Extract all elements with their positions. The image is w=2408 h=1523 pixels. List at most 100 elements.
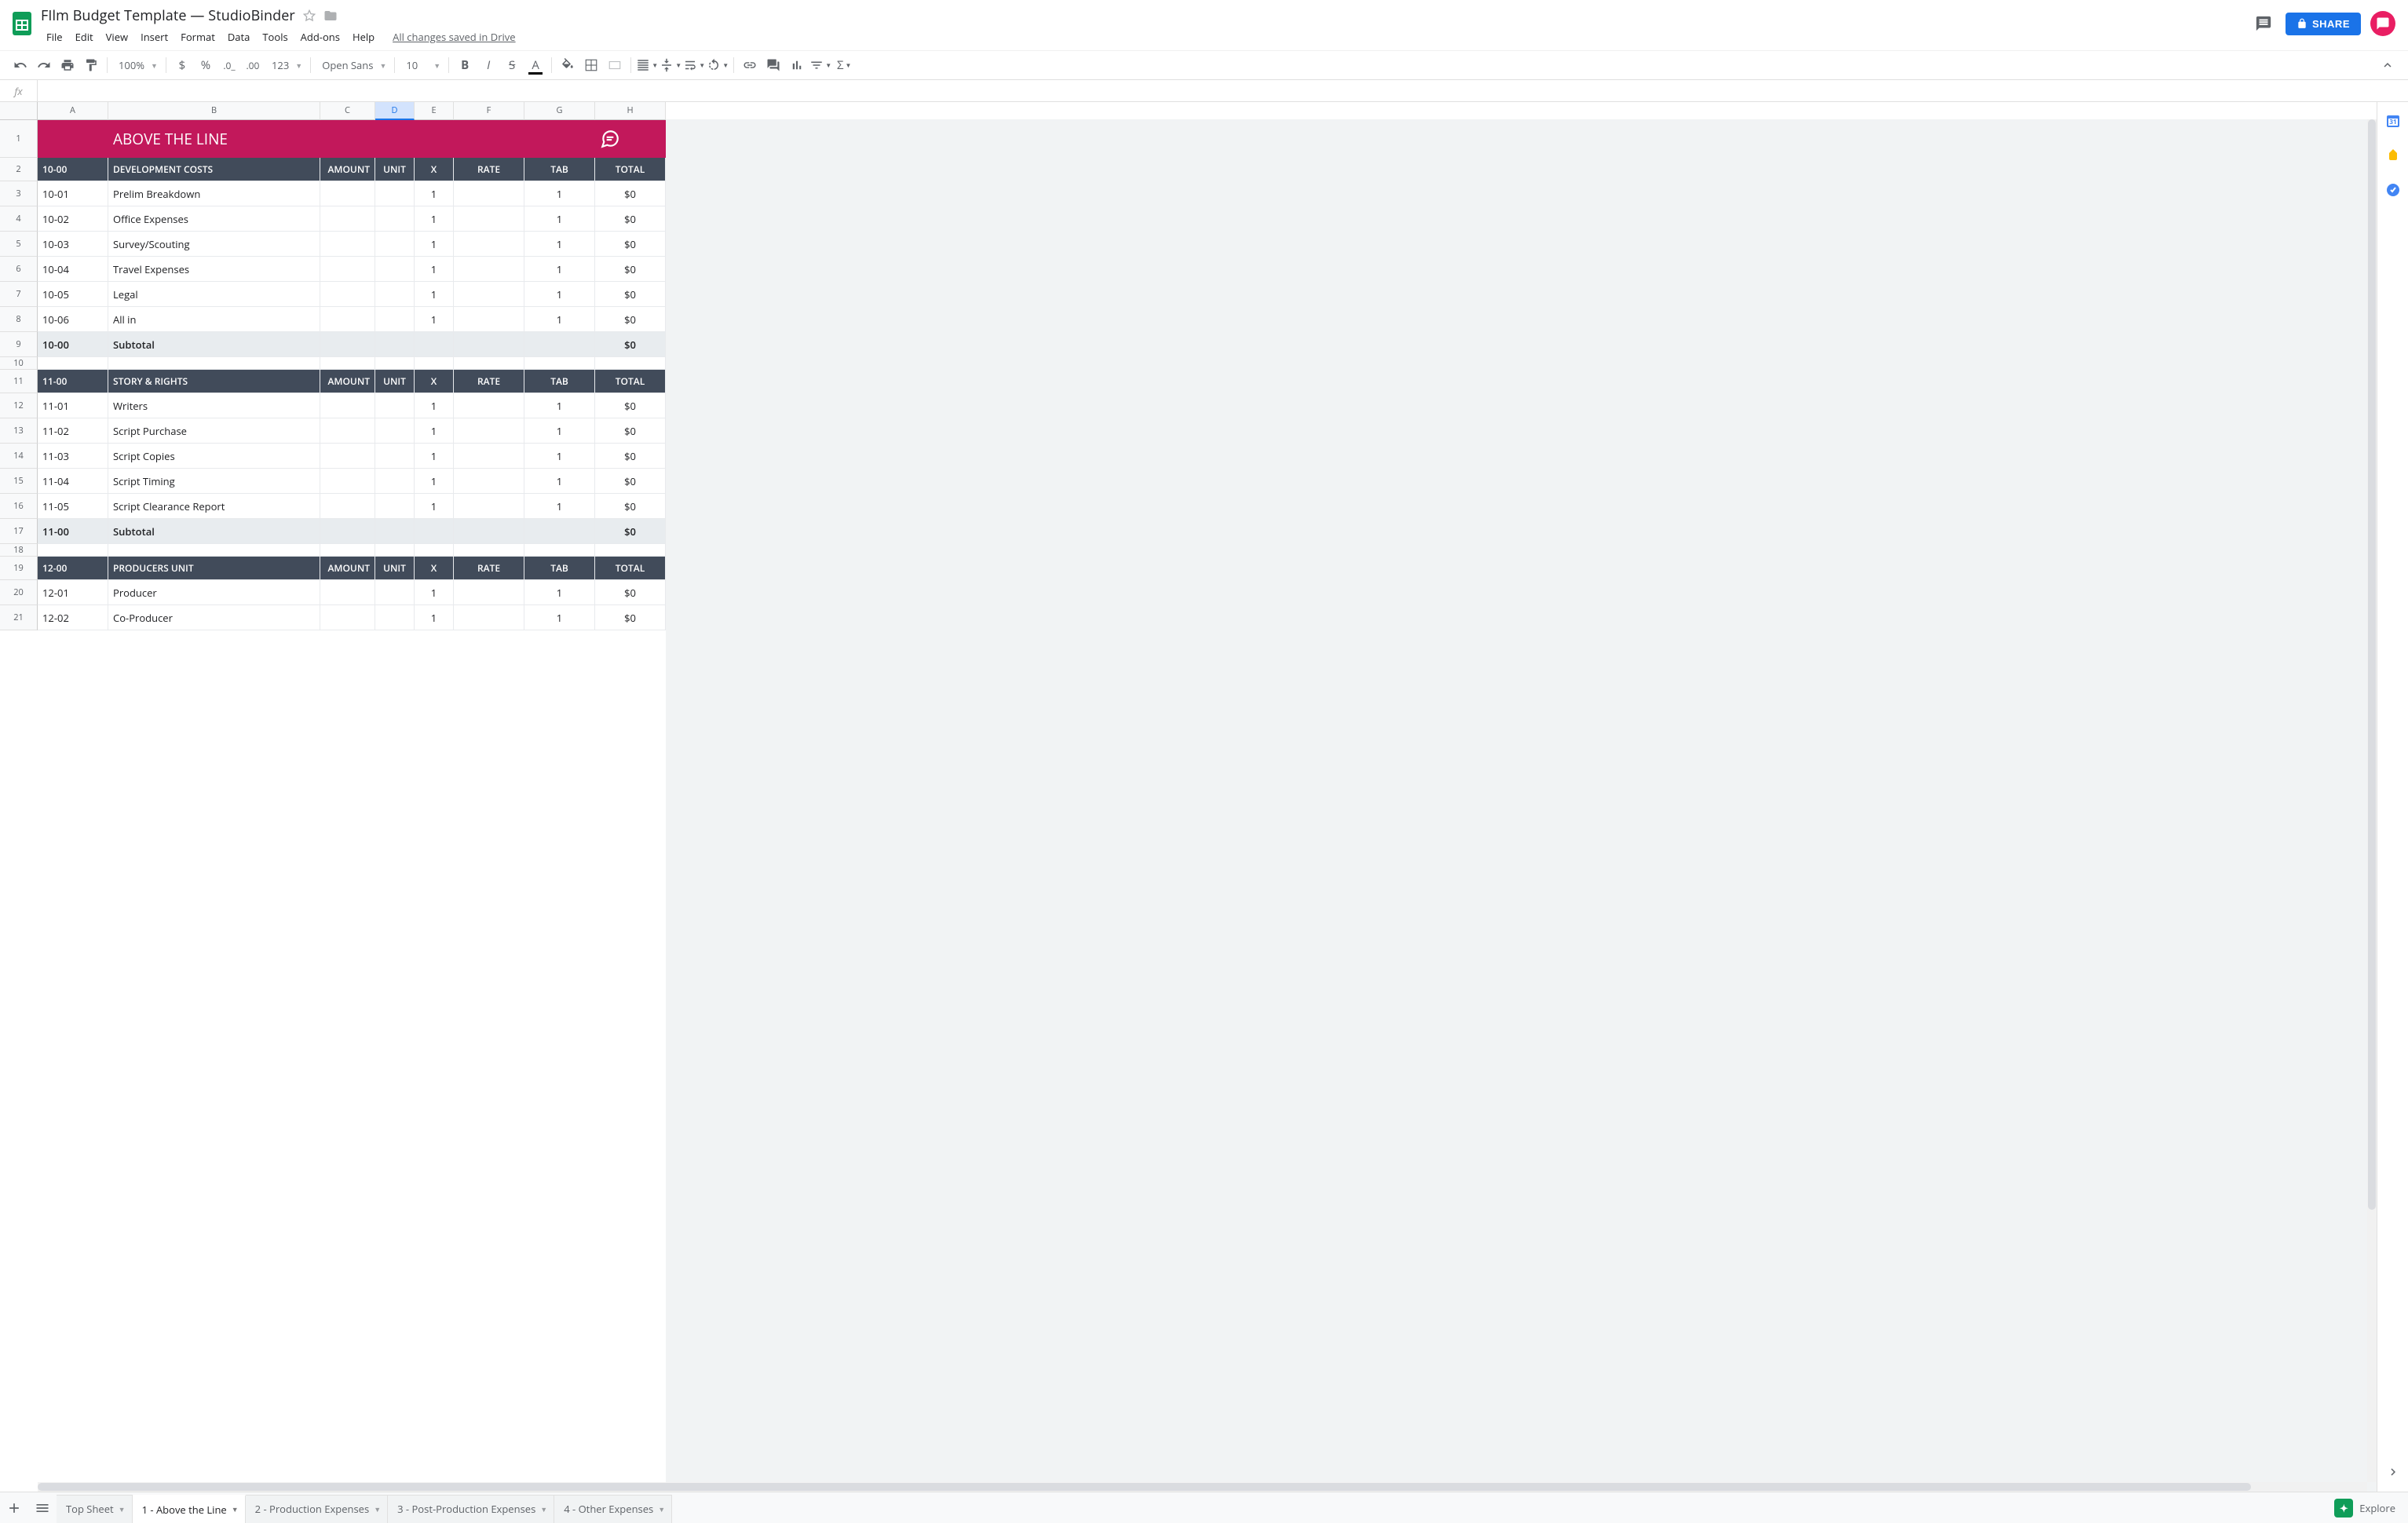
select-all-corner[interactable] [0, 102, 38, 120]
col-header-F[interactable]: F [454, 102, 524, 120]
borders-icon[interactable] [580, 54, 602, 76]
star-icon[interactable] [303, 9, 316, 22]
row-header[interactable]: 10 [0, 357, 38, 370]
row-header[interactable]: 12 [0, 393, 38, 418]
col-header-H[interactable]: H [595, 102, 666, 120]
sheet-tab[interactable]: Top Sheet▼ [57, 1495, 133, 1523]
cell[interactable]: TOTAL [595, 158, 666, 181]
cell[interactable]: 1 [415, 393, 454, 418]
sheet-tab[interactable]: 4 - Other Expenses▼ [554, 1495, 672, 1523]
cell[interactable]: 1 [524, 444, 595, 469]
cell[interactable] [38, 544, 108, 557]
v-align-icon[interactable]: ▼ [660, 54, 681, 76]
cell[interactable] [375, 357, 415, 370]
col-header-C[interactable]: C [320, 102, 375, 120]
cell[interactable]: $0 [595, 232, 666, 257]
cell[interactable]: 1 [524, 206, 595, 232]
cell[interactable]: 1 [524, 181, 595, 206]
cell[interactable]: 12-00 [38, 557, 108, 580]
filter-icon[interactable]: ▼ [809, 54, 831, 76]
share-button[interactable]: SHARE [2286, 13, 2361, 35]
cell[interactable]: RATE [454, 158, 524, 181]
cell[interactable]: 1 [415, 257, 454, 282]
cell[interactable] [375, 282, 415, 307]
cell[interactable]: 1 [415, 181, 454, 206]
functions-icon[interactable]: Σ▼ [833, 54, 855, 76]
cell[interactable]: 1 [415, 580, 454, 605]
cell[interactable] [415, 544, 454, 557]
row-header[interactable]: 11 [0, 370, 38, 393]
cell[interactable] [454, 519, 524, 544]
cell[interactable] [375, 544, 415, 557]
cell[interactable] [320, 444, 375, 469]
cell[interactable]: 11-03 [38, 444, 108, 469]
cell[interactable] [375, 469, 415, 494]
cell[interactable]: 10-06 [38, 307, 108, 332]
document-title[interactable]: FIlm Budget Template — StudioBinder [41, 6, 295, 25]
row-header[interactable]: 3 [0, 181, 38, 206]
cell[interactable] [375, 120, 415, 158]
zoom-select[interactable]: 100%▼ [112, 54, 161, 76]
cell[interactable] [320, 232, 375, 257]
cell[interactable]: 10-04 [38, 257, 108, 282]
sheet-tab[interactable]: 2 - Production Expenses▼ [246, 1495, 388, 1523]
cell[interactable]: 1 [524, 257, 595, 282]
cell[interactable] [320, 418, 375, 444]
print-icon[interactable] [57, 54, 79, 76]
vertical-scrollbar[interactable] [2367, 119, 2377, 1482]
cell[interactable] [320, 519, 375, 544]
cell[interactable]: 12-01 [38, 580, 108, 605]
horizontal-scrollbar[interactable] [38, 1482, 2367, 1492]
cell[interactable] [320, 257, 375, 282]
cell[interactable] [454, 469, 524, 494]
cell[interactable]: 1 [524, 307, 595, 332]
cell[interactable] [38, 357, 108, 370]
cell[interactable]: Script Timing [108, 469, 320, 494]
cell[interactable]: Office Expenses [108, 206, 320, 232]
cell[interactable] [375, 181, 415, 206]
cell[interactable] [454, 605, 524, 630]
cell[interactable] [320, 469, 375, 494]
cell[interactable] [108, 544, 320, 557]
row-header[interactable]: 15 [0, 469, 38, 494]
cell[interactable] [375, 393, 415, 418]
cell[interactable]: 10-01 [38, 181, 108, 206]
strikethrough-icon[interactable]: S [501, 54, 523, 76]
row-header[interactable]: 9 [0, 332, 38, 357]
cell[interactable]: $0 [595, 282, 666, 307]
folder-icon[interactable] [323, 9, 338, 23]
cell[interactable] [524, 357, 595, 370]
cell[interactable]: $0 [595, 444, 666, 469]
cell[interactable]: $0 [595, 181, 666, 206]
cell[interactable] [454, 393, 524, 418]
cell[interactable]: ABOVE THE LINE [108, 120, 320, 158]
cell[interactable] [454, 444, 524, 469]
cell[interactable]: TAB [524, 557, 595, 580]
menu-file[interactable]: File [41, 27, 68, 47]
cell[interactable] [375, 444, 415, 469]
cell[interactable]: AMOUNT [320, 370, 375, 393]
cell[interactable]: 1 [524, 393, 595, 418]
row-header[interactable]: 1 [0, 120, 38, 158]
cell[interactable]: 1 [415, 232, 454, 257]
redo-icon[interactable] [33, 54, 55, 76]
cell[interactable] [524, 519, 595, 544]
cell[interactable]: $0 [595, 580, 666, 605]
cell[interactable]: Survey/Scouting [108, 232, 320, 257]
rotate-icon[interactable]: ▼ [707, 54, 729, 76]
sheet-tab[interactable]: 3 - Post-Production Expenses▼ [388, 1495, 554, 1523]
cell[interactable]: 1 [415, 494, 454, 519]
row-header[interactable]: 8 [0, 307, 38, 332]
menu-addons[interactable]: Add-ons [295, 27, 345, 47]
cell[interactable] [454, 232, 524, 257]
cell[interactable]: TOTAL [595, 557, 666, 580]
row-header[interactable]: 18 [0, 544, 38, 557]
cell[interactable]: X [415, 370, 454, 393]
increase-decimal-icon[interactable]: .00 [242, 54, 264, 76]
cell[interactable]: $0 [595, 332, 666, 357]
link-icon[interactable] [739, 54, 761, 76]
cell[interactable]: 11-01 [38, 393, 108, 418]
cell[interactable] [454, 206, 524, 232]
col-header-E[interactable]: E [415, 102, 454, 120]
cell[interactable]: Prelim Breakdown [108, 181, 320, 206]
